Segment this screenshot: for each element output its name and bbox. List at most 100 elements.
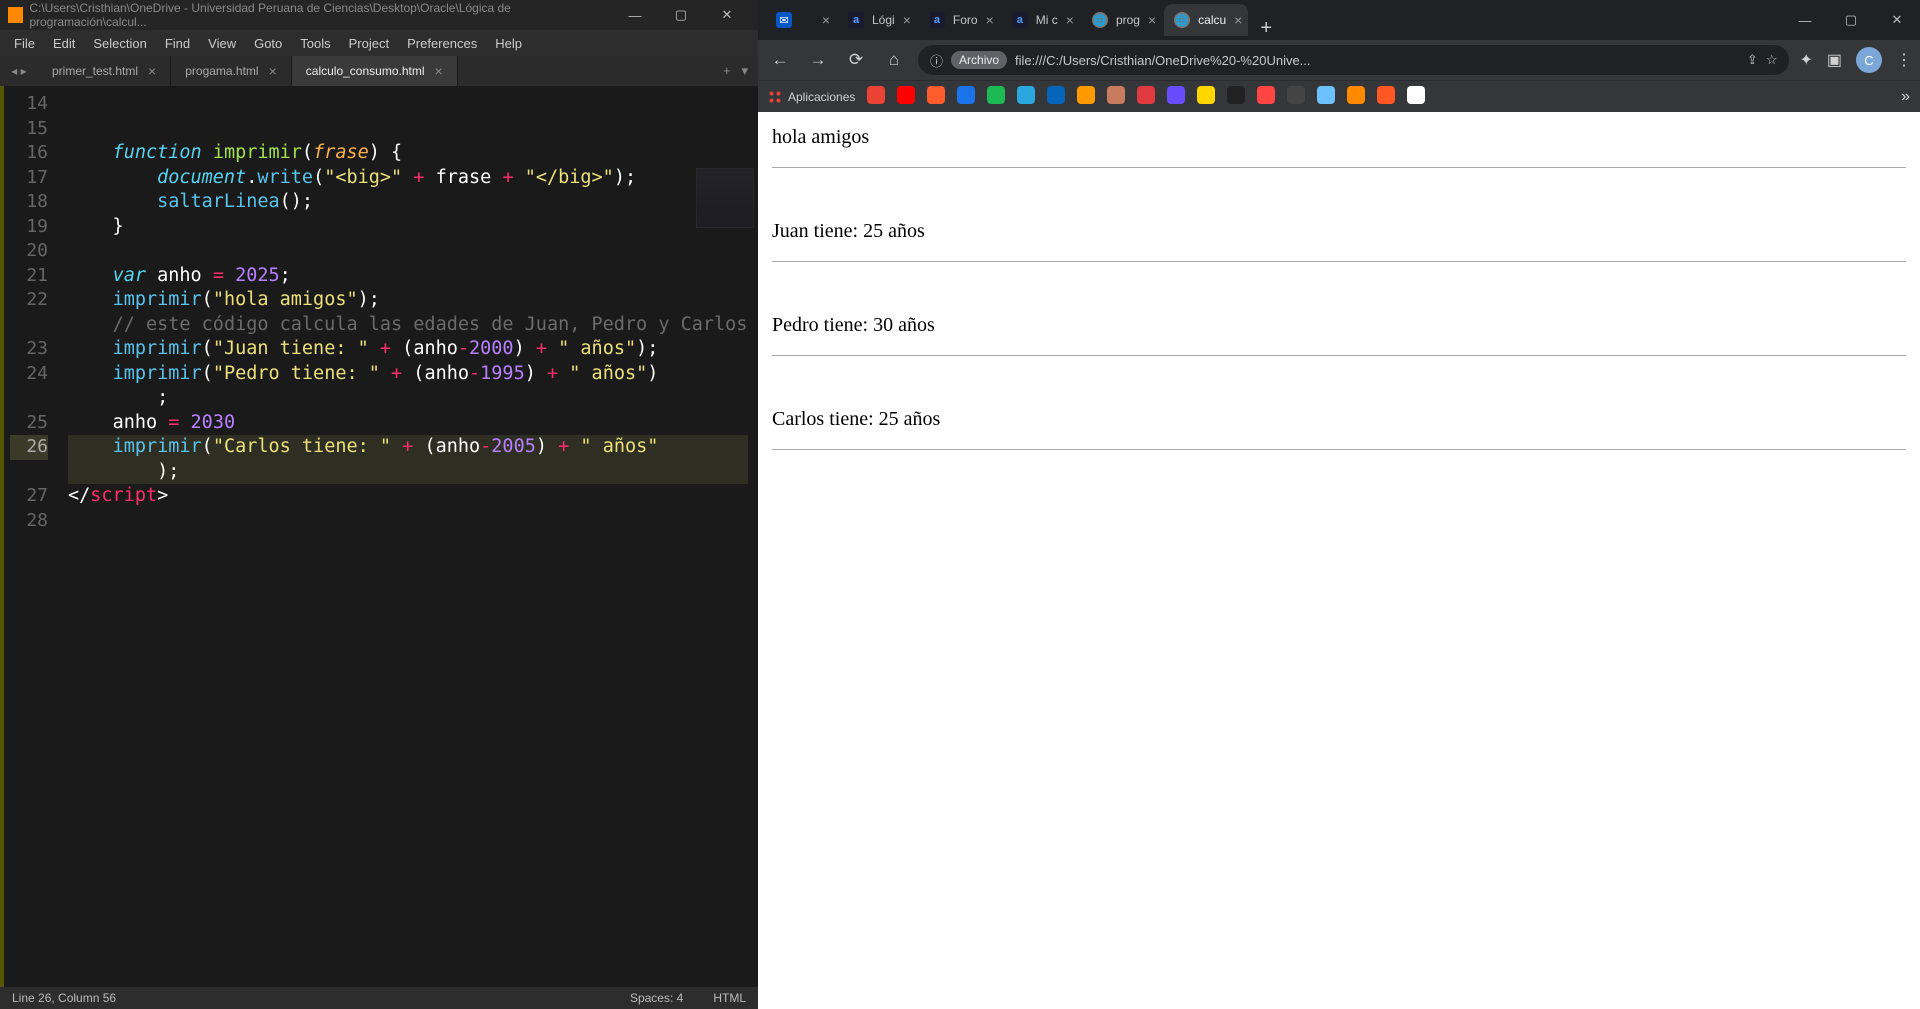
line-number[interactable]: 15 — [10, 117, 48, 142]
profile-avatar[interactable]: C — [1856, 47, 1882, 73]
bookmarks-bar[interactable]: Aplicaciones » — [758, 80, 1920, 112]
menu-view[interactable]: View — [200, 34, 244, 53]
line-number[interactable]: 28 — [10, 509, 48, 534]
close-icon[interactable]: × — [269, 63, 277, 79]
line-number[interactable]: 25 — [10, 411, 48, 436]
address-bar[interactable]: ⓘ Archivo file:///C:/Users/Cristhian/One… — [918, 45, 1789, 75]
menu-edit[interactable]: Edit — [45, 34, 83, 53]
line-number[interactable]: 17 — [10, 166, 48, 191]
menu-find[interactable]: Find — [157, 34, 198, 53]
share-icon[interactable]: ⇪ — [1747, 52, 1758, 68]
bookmark-icon[interactable] — [1077, 86, 1095, 104]
line-number[interactable]: 16 — [10, 141, 48, 166]
page-content[interactable]: hola amigosJuan tiene: 25 añosPedro tien… — [758, 112, 1920, 1009]
kebab-menu-icon[interactable]: ⋮ — [1896, 50, 1912, 70]
minimize-button[interactable]: — — [1782, 0, 1828, 40]
bookmark-icon[interactable] — [987, 86, 1005, 104]
maximize-button[interactable]: ▢ — [658, 0, 704, 30]
line-number[interactable]: 27 — [10, 484, 48, 509]
sublime-titlebar[interactable]: C:\Users\Cristhian\OneDrive - Universida… — [0, 0, 758, 30]
bookmark-icon[interactable] — [927, 86, 945, 104]
bookmark-icon[interactable] — [1407, 86, 1425, 104]
bookmark-icon[interactable] — [1377, 86, 1395, 104]
bookmark-icon[interactable] — [957, 86, 975, 104]
reload-button[interactable]: ⟳ — [842, 50, 870, 70]
maximize-button[interactable]: ▢ — [1828, 0, 1874, 40]
menu-help[interactable]: Help — [487, 34, 530, 53]
line-number[interactable]: 24 — [10, 362, 48, 387]
status-bar[interactable]: Line 26, Column 56 Spaces: 4 HTML — [0, 987, 758, 1009]
forward-button[interactable]: → — [804, 50, 832, 70]
minimize-button[interactable]: — — [612, 0, 658, 30]
sublime-icon — [8, 7, 23, 23]
browser-tab[interactable]: aForo× — [919, 4, 1000, 36]
close-icon[interactable]: × — [986, 12, 994, 28]
tab-overflow[interactable]: + ▾ — [723, 56, 758, 86]
close-button[interactable]: ✕ — [1874, 0, 1920, 40]
tab-calculo-consumo[interactable]: calculo_consumo.html × — [292, 56, 458, 86]
browser-tab[interactable]: aMi c× — [1002, 4, 1080, 36]
status-syntax[interactable]: HTML — [713, 991, 746, 1005]
tab-progama[interactable]: progama.html × — [171, 56, 292, 86]
close-icon[interactable]: × — [903, 12, 911, 28]
info-icon[interactable]: ⓘ — [930, 51, 943, 70]
home-button[interactable]: ⌂ — [880, 50, 908, 70]
bookmark-icon[interactable] — [1017, 86, 1035, 104]
status-spaces[interactable]: Spaces: 4 — [630, 991, 683, 1005]
line-number[interactable] — [10, 460, 48, 485]
close-icon[interactable]: × — [1234, 12, 1242, 28]
apps-shortcut[interactable]: Aplicaciones — [768, 90, 855, 104]
extensions-icon[interactable]: ✦ — [1799, 50, 1812, 70]
bookmarks-overflow-icon[interactable]: » — [1901, 88, 1910, 106]
bookmark-icon[interactable] — [1257, 86, 1275, 104]
bookmark-icon[interactable] — [1137, 86, 1155, 104]
bookmark-icon[interactable] — [1047, 86, 1065, 104]
line-number[interactable]: 23 — [10, 337, 48, 362]
menu-file[interactable]: File — [6, 34, 43, 53]
line-gutter[interactable]: 141516171819202122 2324 2526 2728 — [0, 86, 58, 987]
close-button[interactable]: ✕ — [704, 0, 750, 30]
line-number[interactable] — [10, 386, 48, 411]
line-number[interactable]: 22 — [10, 288, 48, 313]
tab-label: Foro — [953, 13, 978, 27]
bookmark-icon[interactable] — [1317, 86, 1335, 104]
minimap[interactable] — [696, 168, 754, 228]
bookmark-icon[interactable] — [1107, 86, 1125, 104]
menu-goto[interactable]: Goto — [246, 34, 290, 53]
browser-tab[interactable]: aLógi× — [838, 4, 917, 36]
menu-preferences[interactable]: Preferences — [399, 34, 485, 53]
close-icon[interactable]: × — [1148, 12, 1156, 28]
tab-primer-test[interactable]: primer_test.html × — [38, 56, 171, 86]
back-button[interactable]: ← — [766, 50, 794, 70]
browser-tab[interactable]: 🌐calcu× — [1164, 4, 1248, 36]
line-number[interactable]: 20 — [10, 239, 48, 264]
menu-selection[interactable]: Selection — [85, 34, 154, 53]
close-icon[interactable]: × — [435, 63, 443, 79]
chrome-titlebar[interactable]: ✉×aLógi×aForo×aMi c×🌐prog×🌐calcu× + — ▢ … — [758, 0, 1920, 40]
line-number[interactable]: 21 — [10, 264, 48, 289]
menu-project[interactable]: Project — [341, 34, 397, 53]
bookmark-icon[interactable] — [1167, 86, 1185, 104]
bookmark-icon[interactable] — [1197, 86, 1215, 104]
close-icon[interactable]: × — [1066, 12, 1074, 28]
line-number[interactable]: 19 — [10, 215, 48, 240]
bookmark-icon[interactable] — [1227, 86, 1245, 104]
bookmark-icon[interactable] — [867, 86, 885, 104]
bookmark-icon[interactable] — [1347, 86, 1365, 104]
new-tab-button[interactable]: + — [1250, 17, 1282, 40]
line-number[interactable] — [10, 313, 48, 338]
browser-tab[interactable]: ✉× — [766, 4, 836, 36]
close-icon[interactable]: × — [822, 12, 830, 28]
menu-tools[interactable]: Tools — [292, 34, 338, 53]
bookmark-icon[interactable] — [897, 86, 915, 104]
bookmark-icon[interactable] — [1287, 86, 1305, 104]
sidepanel-icon[interactable]: ▣ — [1827, 50, 1842, 70]
line-number[interactable]: 14 — [10, 92, 48, 117]
star-icon[interactable]: ☆ — [1766, 52, 1778, 68]
tab-nav-arrows[interactable]: ◂ ▸ — [0, 56, 38, 86]
line-number[interactable]: 26 — [10, 435, 48, 460]
browser-tab[interactable]: 🌐prog× — [1082, 4, 1162, 36]
close-icon[interactable]: × — [148, 63, 156, 79]
code-area[interactable]: function imprimir(frase) { document.writ… — [58, 86, 758, 987]
line-number[interactable]: 18 — [10, 190, 48, 215]
